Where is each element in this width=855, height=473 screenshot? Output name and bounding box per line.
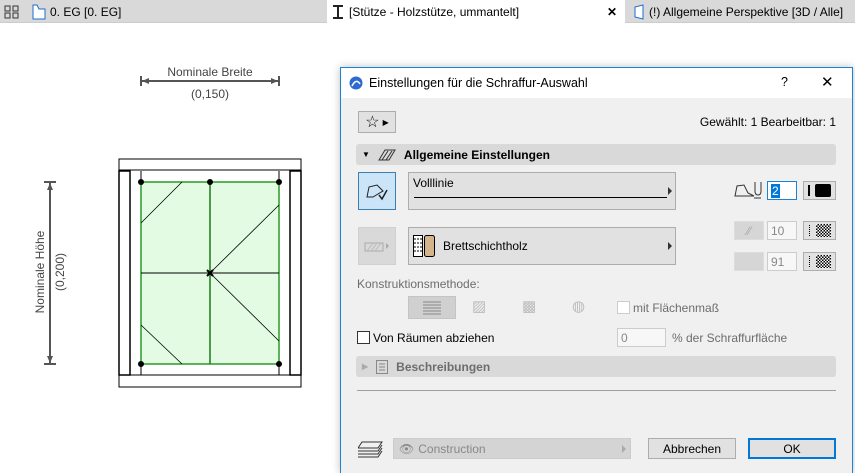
foreground-pen-input[interactable]: 10 <box>767 221 797 240</box>
method-linear-button[interactable] <box>408 296 456 319</box>
tab-label: 0. EG [0. EG] <box>50 4 122 19</box>
hatch-icon <box>378 149 396 160</box>
layer-icon <box>358 441 383 458</box>
close-button[interactable]: ✕ <box>821 73 834 91</box>
percent-label: % der Schraffurfläche <box>672 331 788 345</box>
general-settings-header[interactable]: ▼ Allgemeine Einstellungen <box>356 144 836 165</box>
layer-dropdown[interactable]: 👁 Construction <box>393 438 631 459</box>
grid-icon <box>4 5 19 18</box>
3d-view-icon <box>634 3 644 20</box>
width-label: Nominale Breite <box>167 65 253 79</box>
floor-plan-icon <box>32 4 46 19</box>
contour-pen-input[interactable]: 2 <box>767 181 797 200</box>
hatch-settings-dialog: Einstellungen für die Schraffur-Auswahl … <box>340 67 853 473</box>
tab-column[interactable]: [Stütze - Holzstütze, ummantelt] ✕ <box>327 0 625 23</box>
construction-method-label: Konstruktionsmethode: <box>357 277 480 291</box>
background-pen-color-button[interactable] <box>803 252 836 271</box>
percent-input[interactable]: 0 <box>617 328 666 347</box>
method-radial-icon[interactable]: ◍ <box>572 297 585 315</box>
separator <box>357 390 836 391</box>
column-icon <box>333 4 343 19</box>
tab-3d[interactable]: (!) Allgemeine Perspektive [3D / Alle] <box>629 0 855 23</box>
close-tab-icon[interactable]: ✕ <box>607 5 617 19</box>
view-grid-button[interactable] <box>0 0 26 23</box>
width-value: (0,150) <box>190 87 230 101</box>
contour-pen-color-button[interactable] <box>803 181 836 200</box>
area-text-checkbox[interactable] <box>617 301 630 314</box>
dialog-title: Einstellungen für die Schraffur-Auswahl <box>369 76 588 90</box>
section-title: Allgemeine Einstellungen <box>403 147 550 162</box>
star-icon: ☆ <box>365 114 380 131</box>
background-pen-icon <box>734 252 764 271</box>
subtract-rooms-checkbox[interactable] <box>357 331 370 344</box>
method-symbol-icon[interactable]: ▩ <box>522 297 536 315</box>
fill-type-dropdown[interactable]: Brettschichtholz <box>408 227 676 265</box>
fill-type-button[interactable] <box>358 227 396 265</box>
area-text-label: mit Flächenmaß <box>633 301 720 315</box>
help-button[interactable]: ? <box>781 75 788 89</box>
subtract-rooms-label: Von Räumen abziehen <box>373 331 495 345</box>
favorites-button[interactable]: ☆ ▶ <box>358 111 396 133</box>
fill-slab-icon <box>364 242 389 252</box>
archicad-logo-icon <box>349 76 363 90</box>
height-value: (0,200) <box>53 252 67 292</box>
dialog-titlebar[interactable]: Einstellungen für die Schraffur-Auswahl … <box>341 68 852 98</box>
line-type-dropdown[interactable]: Volllinie <box>408 172 676 210</box>
contour-toggle-button[interactable] <box>358 172 396 210</box>
cancel-button[interactable]: Abbrechen <box>648 438 736 459</box>
tab-label: [Stütze - Holzstütze, ummantelt] <box>349 4 520 19</box>
line-type-value: Volllinie <box>413 176 454 190</box>
eye-icon: 👁 <box>399 441 415 456</box>
glulam-fill-icon <box>413 235 435 257</box>
foreground-pen-color-button[interactable] <box>803 221 836 240</box>
lines-icon <box>423 301 441 314</box>
document-icon <box>376 359 389 374</box>
descriptions-header[interactable]: ▶ Beschreibungen <box>356 356 836 377</box>
fill-name-value: Brettschichtholz <box>443 239 528 253</box>
section-title: Beschreibungen <box>396 359 491 374</box>
tab-floor-plan[interactable]: 0. EG [0. EG] <box>28 0 198 23</box>
contour-check-icon <box>366 184 388 201</box>
tab-bar: 0. EG [0. EG] [Stütze - Holzstütze, umma… <box>0 0 855 23</box>
contour-pen-icon <box>734 182 762 199</box>
method-angular-icon[interactable]: ▨ <box>472 297 486 315</box>
background-pen-input[interactable]: 91 <box>767 252 797 271</box>
layer-value: Construction <box>418 441 486 456</box>
height-label: Nominale Höhe <box>33 230 47 314</box>
tab-label: (!) Allgemeine Perspektive [3D / Alle] <box>649 4 844 19</box>
foreground-pen-icon: ⁄⁄ <box>734 221 764 240</box>
ok-button[interactable]: OK <box>748 438 836 459</box>
selection-info: Gewählt: 1 Bearbeitbar: 1 <box>699 115 836 129</box>
